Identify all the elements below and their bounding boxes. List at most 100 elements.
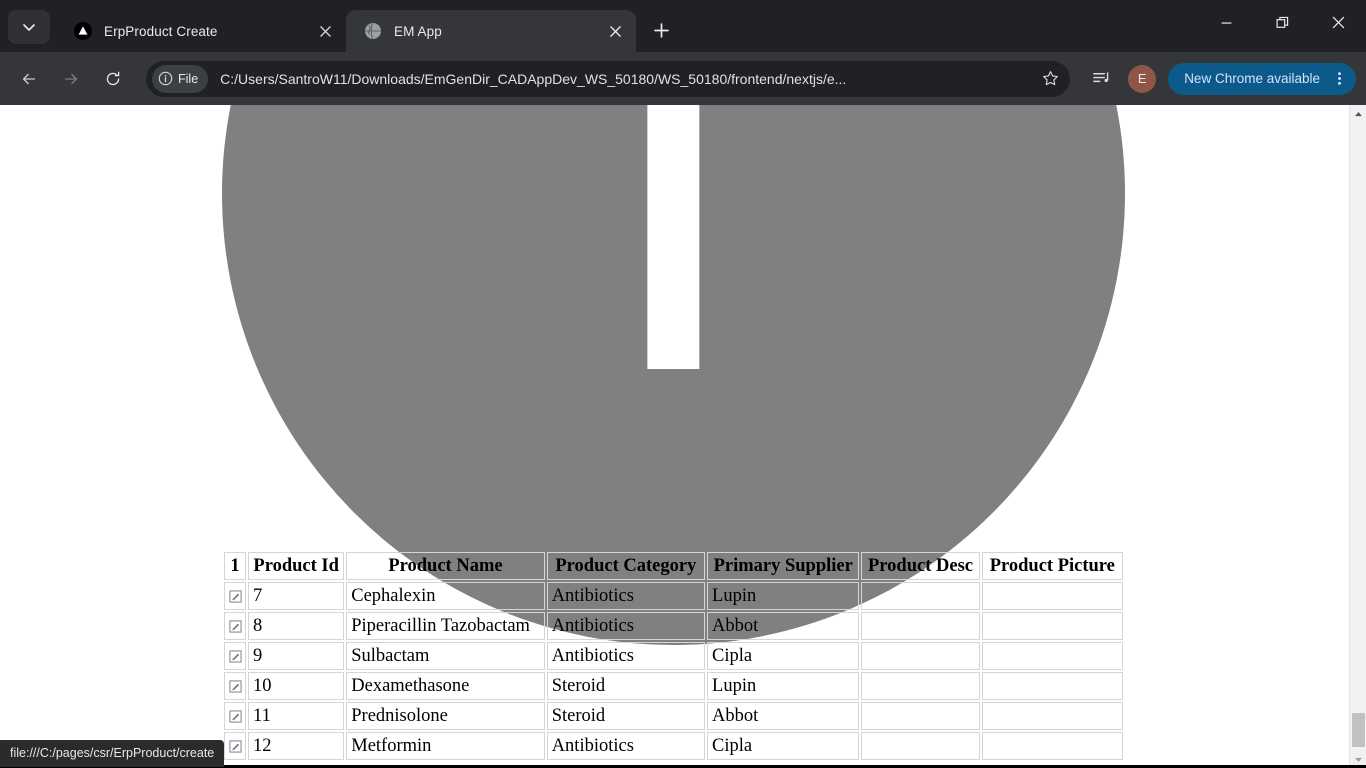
column-header-product-desc[interactable]: Product Desc xyxy=(861,552,980,580)
column-header-product-category[interactable]: Product Category xyxy=(546,552,706,580)
table-header-row: 1 Product Id Product Name Product Catego… xyxy=(224,552,1123,580)
edit-pencil-icon[interactable] xyxy=(229,740,242,753)
minimize-button[interactable] xyxy=(1198,0,1254,45)
reload-icon xyxy=(106,71,120,85)
browser-tab-em-app[interactable]: EM App xyxy=(346,10,636,52)
scrollbar-thumb[interactable] xyxy=(1352,713,1365,747)
browser-toolbar: File C:/Users/SantroW11/Downloads/EmGenD… xyxy=(0,52,1366,105)
profile-avatar[interactable]: E xyxy=(1128,64,1157,93)
bookmark-button[interactable] xyxy=(1036,65,1064,93)
back-button[interactable] xyxy=(12,62,46,96)
column-header-product-id[interactable]: Product Id xyxy=(248,552,345,580)
browser-tab-erpproduct-create[interactable]: ErpProduct Create xyxy=(56,10,346,52)
cell-product-name: Metformin xyxy=(346,732,545,760)
edit-pencil-icon[interactable] xyxy=(229,620,242,633)
edit-pencil-icon[interactable] xyxy=(229,650,242,663)
edit-pencil-icon[interactable] xyxy=(229,590,242,603)
back-arrow-icon xyxy=(22,73,36,84)
tab-strip: ErpProduct Create EM App xyxy=(0,0,1366,52)
minimize-icon xyxy=(1221,22,1231,24)
edit-pencil-icon[interactable] xyxy=(229,680,242,693)
edit-pencil-icon[interactable] xyxy=(229,710,242,723)
cell-product-name: Piperacillin Tazobactam xyxy=(346,612,545,640)
table-row[interactable]: 7 Cephalexin Antibiotics Lupin xyxy=(224,582,1123,610)
table-row[interactable]: 12 Metformin Antibiotics Cipla xyxy=(224,732,1123,760)
plus-icon xyxy=(653,22,669,38)
cell-product-picture xyxy=(981,702,1123,730)
row-edit-cell[interactable] xyxy=(224,612,247,640)
page-viewport: T 1 Product Id Product Name Product Cate… xyxy=(0,105,1366,768)
cell-product-category: Antibiotics xyxy=(546,612,706,640)
web-page: T 1 Product Id Product Name Product Cate… xyxy=(0,105,1340,768)
cell-product-id: 12 xyxy=(248,732,345,760)
cell-product-name: Sulbactam xyxy=(346,642,545,670)
site-chip-label: File xyxy=(178,71,199,86)
cell-product-id: 11 xyxy=(248,702,345,730)
column-header-product-picture[interactable]: Product Picture xyxy=(981,552,1123,580)
close-icon xyxy=(609,25,621,37)
cell-primary-supplier: Abbot xyxy=(707,702,860,730)
row-edit-cell[interactable] xyxy=(224,702,247,730)
new-chrome-available-button[interactable]: New Chrome available xyxy=(1168,62,1356,95)
product-table-container: 1 Product Id Product Name Product Catego… xyxy=(222,550,1125,762)
restore-button[interactable] xyxy=(1254,0,1310,45)
column-header-product-name[interactable]: Product Name xyxy=(346,552,545,580)
table-body: 7 Cephalexin Antibiotics Lupin 8 Piperacillin… xyxy=(224,582,1123,760)
row-edit-cell[interactable] xyxy=(224,642,247,670)
cell-product-picture xyxy=(981,672,1123,700)
tab-close-button[interactable] xyxy=(314,20,336,42)
page-scrollbar[interactable] xyxy=(1349,105,1366,768)
cell-product-category: Steroid xyxy=(546,702,706,730)
star-icon xyxy=(1042,71,1058,86)
cell-product-category: Antibiotics xyxy=(546,582,706,610)
reload-button[interactable] xyxy=(96,62,130,96)
cell-product-id: 8 xyxy=(248,612,345,640)
cell-product-category: Antibiotics xyxy=(546,732,706,760)
status-bar-link-preview: file:///C:/pages/csr/ErpProduct/create xyxy=(0,739,225,767)
media-control-button[interactable] xyxy=(1084,62,1118,96)
cell-product-name: Cephalexin xyxy=(346,582,545,610)
tab-search-button[interactable] xyxy=(8,10,50,44)
scroll-down-arrow-icon xyxy=(1355,757,1362,762)
cell-product-desc xyxy=(861,702,980,730)
product-table: 1 Product Id Product Name Product Catego… xyxy=(222,550,1125,762)
row-edit-cell[interactable] xyxy=(224,732,247,760)
tab-close-button[interactable] xyxy=(604,20,626,42)
cell-primary-supplier: Cipla xyxy=(707,642,860,670)
cell-primary-supplier: Cipla xyxy=(707,732,860,760)
table-row[interactable]: 10 Dexamethasone Steroid Lupin xyxy=(224,672,1123,700)
cell-product-picture xyxy=(981,642,1123,670)
tab-title: ErpProduct Create xyxy=(104,23,218,39)
scroll-up-button[interactable] xyxy=(1350,105,1366,122)
globe-icon xyxy=(364,22,382,40)
update-label: New Chrome available xyxy=(1184,71,1320,86)
forward-arrow-icon xyxy=(64,73,78,84)
cell-product-desc xyxy=(861,612,980,640)
table-row[interactable]: 11 Prednisolone Steroid Abbot xyxy=(224,702,1123,730)
vercel-triangle-icon xyxy=(74,22,92,40)
column-header-primary-supplier[interactable]: Primary Supplier xyxy=(707,552,860,580)
address-bar[interactable]: File C:/Users/SantroW11/Downloads/EmGenD… xyxy=(146,60,1071,97)
media-playlist-icon xyxy=(1092,72,1108,83)
table-row[interactable]: 8 Piperacillin Tazobactam Antibiotics Abbot xyxy=(224,612,1123,640)
row-edit-cell[interactable] xyxy=(224,582,247,610)
tab-title: EM App xyxy=(394,23,442,39)
cell-product-picture xyxy=(981,732,1123,760)
chrome-menu-button[interactable] xyxy=(1326,66,1352,92)
chevron-down-icon xyxy=(23,24,35,31)
forward-button[interactable] xyxy=(54,62,88,96)
table-head: 1 Product Id Product Name Product Catego… xyxy=(224,552,1123,580)
cell-product-category: Steroid xyxy=(546,672,706,700)
site-info-chip[interactable]: File xyxy=(152,64,209,93)
row-edit-cell[interactable] xyxy=(224,672,247,700)
table-row[interactable]: 9 Sulbactam Antibiotics Cipla xyxy=(224,642,1123,670)
close-window-button[interactable] xyxy=(1310,0,1366,45)
close-icon xyxy=(319,25,331,37)
browser-window: ErpProduct Create EM App File C:/Users/S… xyxy=(0,0,1366,768)
cell-product-id: 9 xyxy=(248,642,345,670)
cell-product-category: Antibiotics xyxy=(546,642,706,670)
cell-product-desc xyxy=(861,672,980,700)
column-header-index[interactable]: 1 xyxy=(224,552,247,580)
url-text[interactable]: C:/Users/SantroW11/Downloads/EmGenDir_CA… xyxy=(220,71,1036,87)
new-tab-button[interactable] xyxy=(646,15,676,45)
